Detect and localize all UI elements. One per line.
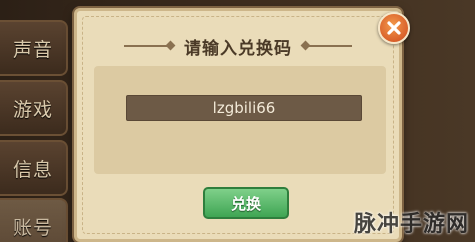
dialog-title-row: 请输入兑换码	[77, 33, 399, 59]
watermark-text: 脉冲手游网	[353, 212, 469, 237]
side-tab-account[interactable]: 账号	[0, 198, 68, 242]
redeem-code-input[interactable]	[126, 95, 362, 121]
side-tab-info[interactable]: 信息	[0, 140, 68, 196]
side-tab-sound[interactable]: 声音	[0, 20, 68, 76]
title-ornament-left	[124, 45, 172, 47]
close-button[interactable]	[378, 12, 410, 44]
input-panel	[94, 66, 386, 174]
redeem-code-dialog: 请输入兑换码 兑换	[74, 8, 402, 242]
title-ornament-right	[304, 45, 352, 47]
dialog-title: 请输入兑换码	[184, 38, 292, 59]
side-tab-game[interactable]: 游戏	[0, 80, 68, 136]
redeem-button[interactable]: 兑换	[203, 187, 289, 219]
settings-side-tabs: 声音 游戏 信息 账号	[0, 0, 72, 242]
close-icon	[387, 21, 401, 35]
